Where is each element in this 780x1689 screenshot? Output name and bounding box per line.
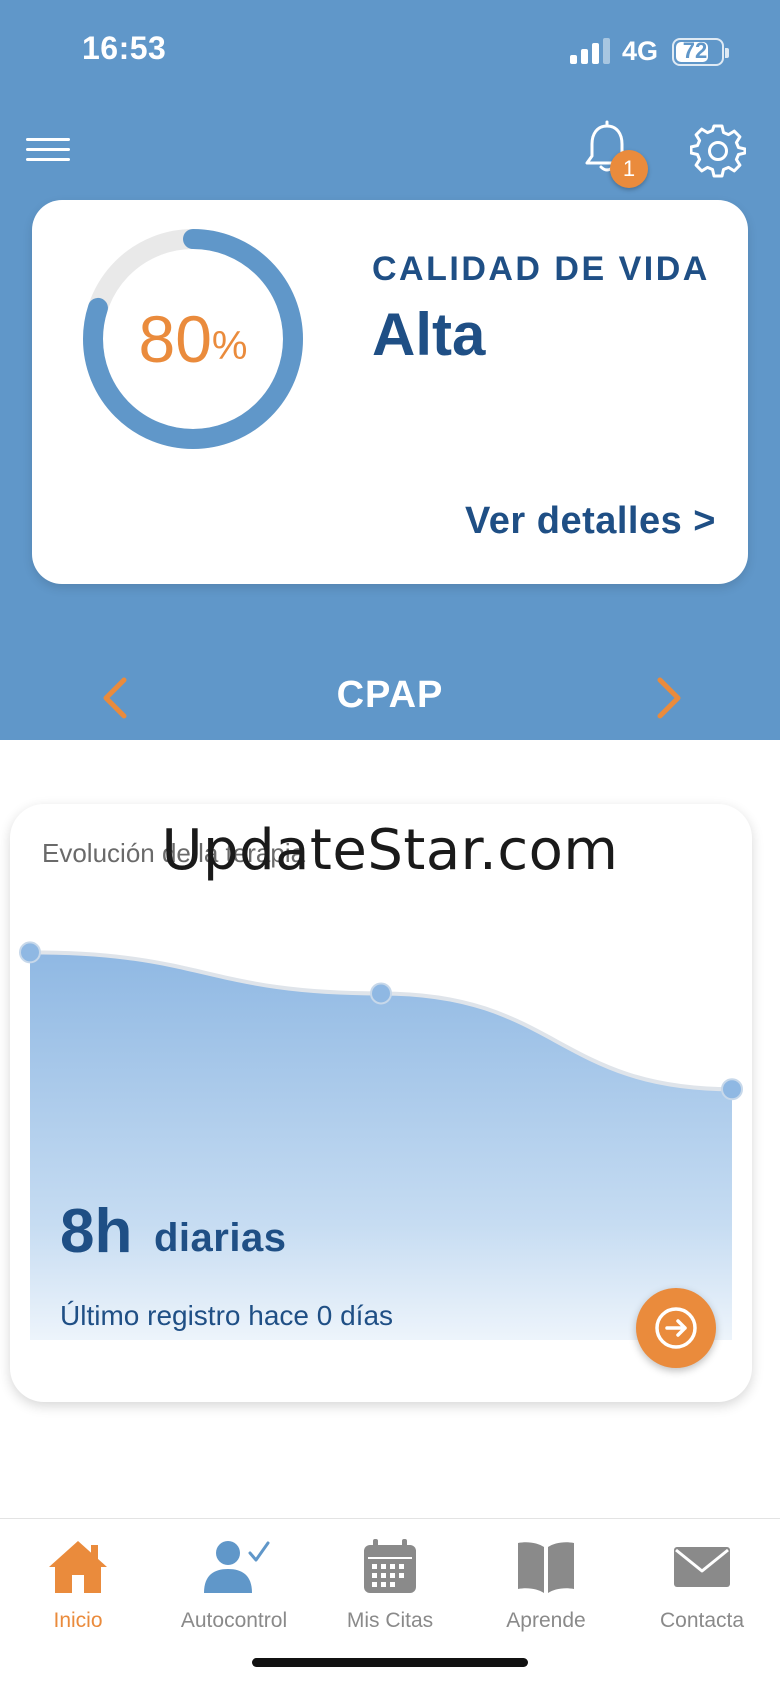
notification-badge: 1 xyxy=(610,150,648,188)
calendar-icon xyxy=(364,1539,416,1593)
chart-point-0 xyxy=(19,941,41,964)
book-icon xyxy=(518,1542,574,1593)
nav-label-contacta: Contacta xyxy=(659,1609,745,1632)
next-therapy-button[interactable] xyxy=(648,676,688,720)
home-icon xyxy=(49,1541,107,1593)
nav-item-contacta[interactable]: Contacta xyxy=(624,1529,780,1639)
quality-of-life-card[interactable]: 80 % CALIDAD DE VIDA Alta Ver detalles > xyxy=(32,200,748,584)
quality-title: CALIDAD DE VIDA xyxy=(372,250,710,288)
therapy-chart-area xyxy=(30,952,732,1340)
nav-label-aprende: Aprende xyxy=(506,1609,586,1632)
gear-icon xyxy=(689,124,747,178)
menu-button[interactable] xyxy=(26,132,72,166)
nav-label-inicio: Inicio xyxy=(53,1609,103,1632)
notifications-button[interactable]: 1 xyxy=(582,120,648,190)
chart-point-1 xyxy=(370,982,392,1005)
arrow-right-circle-icon xyxy=(655,1307,697,1349)
status-time: 16:53 xyxy=(82,30,167,66)
network-type: 4G xyxy=(622,36,659,66)
chart-point-2 xyxy=(721,1078,743,1101)
nav-item-mis-citas[interactable]: Mis Citas xyxy=(312,1529,468,1639)
chevron-right-icon xyxy=(657,677,681,719)
battery-level: 72 xyxy=(682,38,708,63)
settings-button[interactable] xyxy=(689,122,747,178)
quality-percent-sign: % xyxy=(211,323,248,368)
nav-item-aprende[interactable]: Aprende xyxy=(468,1529,624,1639)
daily-hours-value: 8h xyxy=(60,1197,133,1266)
nav-item-autocontrol[interactable]: Autocontrol xyxy=(156,1529,312,1639)
home-indicator xyxy=(252,1658,528,1667)
nav-label-autocontrol: Autocontrol xyxy=(180,1609,288,1632)
last-record-text: Último registro hace 0 días xyxy=(60,1300,394,1331)
therapy-card[interactable]: Evolución de la terapia 8h diarias Últim… xyxy=(10,804,752,1402)
user-check-icon xyxy=(204,1541,270,1593)
nav-item-inicio[interactable]: Inicio xyxy=(0,1529,156,1639)
watermark-text: UpdateStar.com xyxy=(161,818,619,883)
nav-label-mis-citas: Mis Citas xyxy=(346,1609,434,1632)
quality-percent: 80 % xyxy=(80,226,306,452)
battery-icon: 72 xyxy=(672,38,729,66)
mail-icon xyxy=(674,1547,730,1587)
signal-icon xyxy=(570,38,612,64)
view-details-link[interactable]: Ver detalles > xyxy=(465,500,716,543)
quality-percent-value: 80 xyxy=(138,302,212,376)
daily-hours-unit: diarias xyxy=(154,1216,287,1260)
quality-level: Alta xyxy=(372,301,486,368)
therapy-details-button[interactable] xyxy=(636,1288,716,1368)
